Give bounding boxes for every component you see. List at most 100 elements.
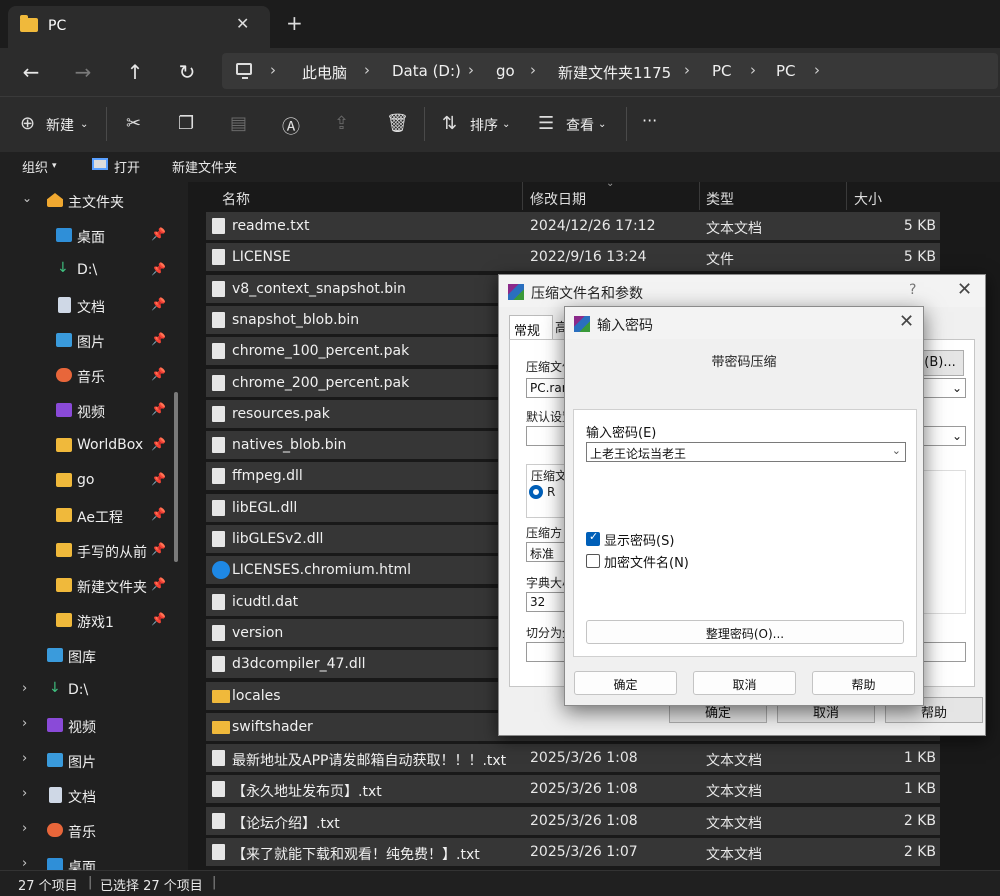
pin-icon[interactable]: 📌 — [151, 577, 166, 591]
file-row[interactable]: 最新地址及APP请发邮箱自动获取！！！.txt 2025/3/26 1:08 文本文… — [206, 744, 940, 773]
file-row[interactable]: 【论坛介绍】.txt 2025/3/26 1:08 文本文档 2 KB — [206, 806, 940, 835]
sidebar-item-gallery[interactable]: 图库 — [0, 639, 188, 673]
chevron-right-icon[interactable]: › — [814, 61, 820, 79]
breadcrumb-item[interactable]: 新建文件夹1175 — [558, 62, 671, 83]
new-tab-icon[interactable]: + — [286, 11, 303, 35]
sidebar-item-drive-d-tree[interactable]: › ↓ D:\ — [0, 674, 188, 708]
column-header-date[interactable]: 修改日期 — [530, 189, 586, 209]
chevron-down-icon[interactable]: ⌄ — [22, 191, 32, 205]
sidebar-item-ae[interactable]: Ae工程 📌 — [0, 499, 188, 533]
tab-pc[interactable]: PC ✕ — [8, 6, 270, 48]
archive-name-input[interactable]: PC.rar — [526, 378, 566, 398]
chevron-down-icon[interactable]: ⌄ — [502, 119, 510, 130]
forward-button[interactable]: → — [71, 60, 95, 84]
column-divider[interactable] — [846, 182, 847, 210]
ok-button[interactable]: 确定 — [574, 671, 677, 695]
dictionary-dropdown[interactable]: 32 — [526, 592, 566, 612]
chevron-right-icon[interactable]: › — [22, 786, 27, 801]
help-icon[interactable]: ? — [909, 282, 916, 298]
sidebar-item-music-tree[interactable]: › 音乐 — [0, 814, 188, 848]
plus-circle-icon[interactable]: ⊕ — [20, 113, 35, 134]
sidebar-item-videos[interactable]: 视频 📌 — [0, 394, 188, 428]
sidebar-item-pictures-tree[interactable]: › 图片 — [0, 744, 188, 778]
tab-general[interactable]: 常规 — [509, 315, 553, 339]
help-button[interactable]: 帮助 — [812, 671, 915, 695]
new-button[interactable]: 新建 — [46, 115, 74, 135]
breadcrumb-item[interactable]: 此电脑 — [302, 62, 347, 83]
sidebar-scrollbar[interactable] — [174, 392, 178, 562]
pin-icon[interactable]: 📌 — [151, 542, 166, 556]
chevron-right-icon[interactable]: › — [364, 61, 370, 79]
paste-icon[interactable]: ▤ — [230, 113, 247, 134]
pin-icon[interactable]: 📌 — [151, 262, 166, 276]
pin-icon[interactable]: 📌 — [151, 402, 166, 416]
file-row[interactable]: LICENSE 2022/9/16 13:24 文件 5 KB — [206, 243, 940, 272]
organize-menu[interactable]: 组织 — [22, 157, 48, 176]
dialog-titlebar[interactable]: 压缩文件名和参数 ? ✕ — [499, 275, 985, 307]
chevron-right-icon[interactable]: › — [22, 821, 27, 836]
show-password-checkbox[interactable] — [586, 530, 600, 546]
radio-rar[interactable] — [529, 485, 543, 499]
password-input[interactable]: 上老王论坛当老王 ⌄ — [586, 442, 906, 462]
pin-icon[interactable]: 📌 — [151, 507, 166, 521]
chevron-right-icon[interactable]: › — [530, 61, 536, 79]
sidebar-item-documents-tree[interactable]: › 文档 — [0, 779, 188, 813]
rename-icon[interactable]: Ⓐ — [282, 113, 300, 139]
pin-icon[interactable]: 📌 — [151, 332, 166, 346]
open-icon[interactable] — [92, 158, 108, 170]
view-button[interactable]: 查看 — [566, 115, 594, 135]
refresh-button[interactable]: ↻ — [175, 60, 199, 84]
cut-icon[interactable]: ✂ — [126, 113, 141, 134]
breadcrumb-item[interactable]: PC — [776, 62, 796, 80]
chevron-right-icon[interactable]: › — [22, 681, 27, 696]
back-button[interactable]: ← — [19, 60, 43, 84]
method-dropdown[interactable]: 标准 — [526, 542, 566, 562]
chevron-right-icon[interactable]: › — [22, 856, 27, 870]
sidebar-item-go[interactable]: go 📌 — [0, 464, 188, 498]
sort-icon[interactable]: ⇅ — [442, 113, 457, 134]
split-unit-dropdown[interactable] — [920, 642, 966, 662]
sidebar-item-pictures[interactable]: 图片 📌 — [0, 324, 188, 358]
chevron-down-icon[interactable]: ⌄ — [80, 119, 88, 130]
split-input[interactable] — [526, 642, 566, 662]
copy-icon[interactable]: ❐ — [178, 113, 194, 134]
archive-name-dropdown[interactable]: ⌄ — [920, 378, 966, 398]
chevron-down-icon[interactable]: ⌄ — [598, 119, 606, 130]
chevron-right-icon[interactable]: › — [468, 61, 474, 79]
update-mode-dropdown[interactable]: ⌄ — [920, 426, 966, 446]
column-header-type[interactable]: 类型 — [706, 189, 734, 209]
chevron-right-icon[interactable]: › — [270, 61, 276, 79]
column-header-name[interactable]: 名称 — [222, 189, 250, 209]
chevron-right-icon[interactable]: › — [22, 716, 27, 731]
sidebar-item-documents[interactable]: 文档 📌 — [0, 289, 188, 323]
organize-passwords-button[interactable]: 整理密码(O)... — [586, 620, 904, 644]
dialog-titlebar[interactable]: 输入密码 ✕ — [565, 307, 923, 339]
breadcrumb-item[interactable]: PC — [712, 62, 732, 80]
file-row[interactable]: 【永久地址发布页】.txt 2025/3/26 1:08 文本文档 1 KB — [206, 775, 940, 804]
sidebar-item-new-folder[interactable]: 新建文件夹 📌 — [0, 569, 188, 603]
sort-button[interactable]: 排序 — [470, 115, 498, 135]
chevron-right-icon[interactable]: › — [22, 751, 27, 766]
cancel-button[interactable]: 取消 — [693, 671, 796, 695]
close-icon[interactable]: ✕ — [957, 279, 972, 300]
new-folder-button[interactable]: 新建文件夹 — [172, 157, 237, 176]
encrypt-names-checkbox[interactable] — [586, 554, 600, 568]
sidebar-item-drive-d[interactable]: ↓ D:\ 📌 — [0, 254, 188, 288]
sidebar-item-desktop-tree[interactable]: › 桌面 — [0, 849, 188, 870]
sidebar-item-videos-tree[interactable]: › 视频 — [0, 709, 188, 743]
file-row[interactable]: 【来了就能下载和观看！纯免费！】.txt 2025/3/26 1:07 文本文档 2 … — [206, 838, 940, 866]
pin-icon[interactable]: 📌 — [151, 472, 166, 486]
address-bar[interactable]: › 此电脑 › Data (D:) › go › 新建文件夹1175 › PC … — [222, 53, 998, 89]
open-button[interactable]: 打开 — [114, 157, 140, 176]
profile-button[interactable] — [526, 426, 566, 446]
sidebar-item-handwritten[interactable]: 手写的从前 📌 — [0, 534, 188, 568]
share-icon[interactable]: ⇪ — [334, 113, 349, 134]
pin-icon[interactable]: 📌 — [151, 297, 166, 311]
close-tab-icon[interactable]: ✕ — [236, 14, 249, 33]
up-button[interactable]: ↑ — [123, 60, 147, 84]
pin-icon[interactable]: 📌 — [151, 227, 166, 241]
file-row[interactable]: readme.txt 2024/12/26 17:12 文本文档 5 KB — [206, 212, 940, 240]
column-divider[interactable] — [699, 182, 700, 210]
chevron-down-icon[interactable]: ⌄ — [892, 444, 901, 457]
column-divider[interactable] — [522, 182, 523, 210]
